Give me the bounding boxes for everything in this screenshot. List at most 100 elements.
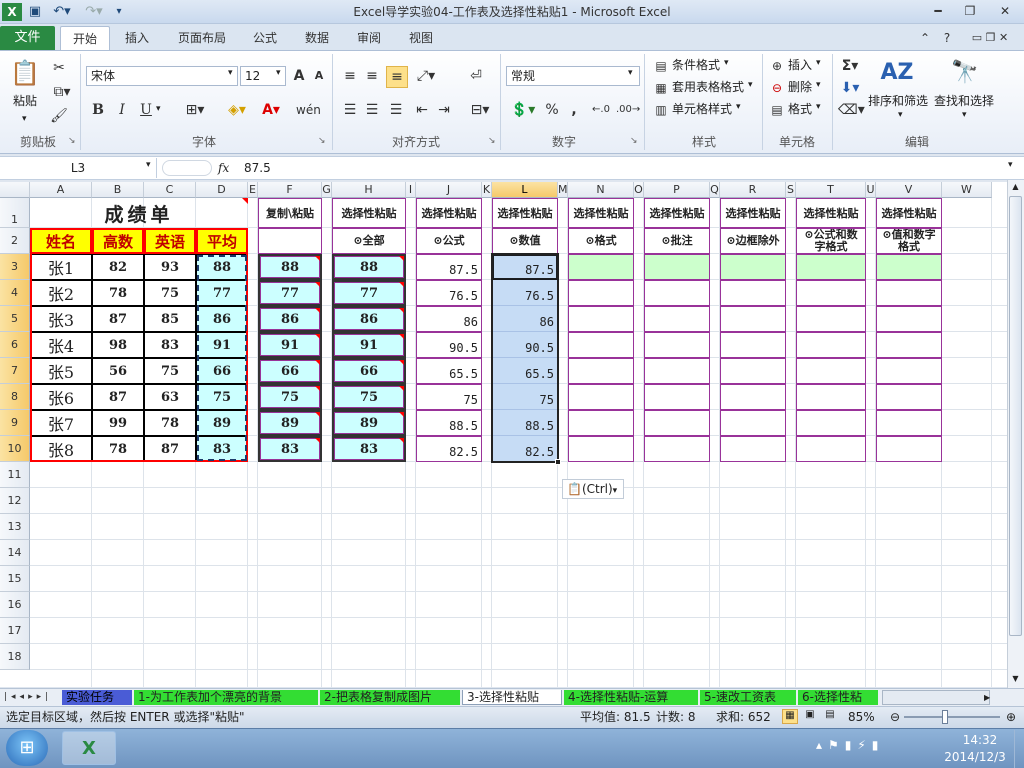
empty-paste-cell[interactable] — [644, 436, 710, 462]
name-cell[interactable]: 张6 — [30, 384, 92, 410]
formula-value-cell[interactable]: 86 — [416, 306, 482, 332]
chevron-down-icon[interactable]: ▾ — [228, 68, 233, 78]
formula-value-cell[interactable]: 88.5 — [416, 410, 482, 436]
tab-formulas[interactable]: 公式 — [244, 26, 286, 50]
value-paste-cell[interactable]: 76.5 — [492, 280, 558, 306]
tab-file[interactable]: 文件 — [0, 26, 55, 50]
scroll-down-icon[interactable]: ▼ — [1008, 674, 1023, 686]
english-cell[interactable]: 85 — [144, 306, 196, 332]
pasted-value-cell[interactable]: 88 — [258, 254, 322, 280]
formula-input[interactable]: 87.5 — [244, 158, 984, 178]
empty-paste-cell[interactable] — [568, 332, 634, 358]
paste-header-cell[interactable]: 复制\粘贴 — [258, 198, 322, 228]
paste-header-cell[interactable]: 选择性粘贴 — [492, 198, 558, 228]
paste-option-cell[interactable]: ⊙公式和数字格式 — [796, 228, 866, 254]
formula-value-cell[interactable]: 82.5 — [416, 436, 482, 462]
paste-header-cell[interactable]: 选择性粘贴 — [568, 198, 634, 228]
empty-paste-cell[interactable] — [876, 436, 942, 462]
column-header[interactable]: P — [644, 182, 710, 198]
name-box[interactable]: L3 — [0, 158, 157, 178]
column-header[interactable]: Q — [710, 182, 720, 198]
row-header[interactable]: 10 — [0, 436, 30, 462]
format-cells-button[interactable]: 格式 — [788, 100, 812, 118]
row-header[interactable]: 18 — [0, 644, 30, 670]
sheet-tab-paste-ops[interactable]: 4-选择性粘贴-运算 — [564, 690, 698, 705]
empty-paste-cell[interactable] — [644, 280, 710, 306]
empty-paste-cell[interactable] — [568, 280, 634, 306]
value-paste-cell[interactable]: 75 — [492, 384, 558, 410]
pasted-value-cell[interactable]: 83 — [258, 436, 322, 462]
zoom-out-icon[interactable]: ⊖ — [888, 709, 902, 725]
scroll-thumb[interactable] — [1009, 196, 1022, 636]
empty-paste-cell[interactable] — [720, 332, 786, 358]
customize-qat-icon[interactable]: ▾ — [112, 3, 126, 21]
increase-decimal-icon[interactable]: ←.0 — [590, 100, 612, 120]
expand-formula-icon[interactable]: ▾ — [1008, 160, 1013, 170]
redo-icon[interactable]: ↷▾ — [80, 3, 108, 21]
empty-paste-cell[interactable] — [568, 436, 634, 462]
clear-icon[interactable]: ⌫▾ — [838, 100, 865, 120]
column-header[interactable]: O — [634, 182, 644, 198]
close-icon[interactable]: ✕ — [988, 2, 1022, 20]
column-header[interactable]: C — [144, 182, 196, 198]
percent-button[interactable]: % — [542, 100, 562, 120]
pasted-value-cell[interactable]: 66 — [332, 358, 406, 384]
alignment-launcher-icon[interactable]: ↘ — [488, 136, 496, 146]
avg-cell[interactable]: 88 — [196, 254, 248, 280]
excel-app-icon[interactable]: X — [2, 3, 22, 21]
conditional-format-icon[interactable]: ▤ — [652, 56, 670, 76]
english-cell[interactable]: 78 — [144, 410, 196, 436]
value-paste-cell[interactable]: 87.5 — [492, 254, 558, 280]
phonetic-icon[interactable]: wén — [296, 100, 321, 120]
empty-paste-cell[interactable] — [796, 280, 866, 306]
restore-icon[interactable]: ❐ — [956, 2, 984, 20]
column-header[interactable]: D — [196, 182, 248, 198]
column-header[interactable]: F — [258, 182, 322, 198]
sheet-tab-copy-image[interactable]: 2-把表格复制成图片 — [320, 690, 460, 705]
empty-paste-cell[interactable] — [876, 306, 942, 332]
math-cell[interactable]: 99 — [92, 410, 144, 436]
row-header[interactable]: 3 — [0, 254, 30, 280]
normal-view-icon[interactable]: ▦ — [782, 709, 798, 724]
name-cell[interactable]: 张1 — [30, 254, 92, 280]
pasted-value-cell[interactable]: 86 — [258, 306, 322, 332]
pasted-value-cell[interactable]: 83 — [332, 436, 406, 462]
empty-paste-cell[interactable] — [876, 280, 942, 306]
value-paste-cell[interactable]: 86 — [492, 306, 558, 332]
select-all-corner[interactable] — [0, 182, 30, 198]
tray-icons[interactable]: ▴⚑▮⚡▮ — [816, 738, 936, 758]
scroll-right-icon[interactable]: ▶ — [984, 690, 996, 705]
chevron-down-icon[interactable]: ▾ — [816, 58, 821, 68]
chevron-down-icon[interactable]: ▾ — [156, 104, 161, 114]
column-header[interactable]: L — [492, 182, 558, 198]
empty-paste-cell[interactable] — [644, 306, 710, 332]
zoom-in-icon[interactable]: ⊕ — [1004, 709, 1018, 725]
paste-options-tag[interactable]: 📋(Ctrl)▾ — [562, 479, 624, 499]
bold-button[interactable]: B — [88, 100, 108, 120]
paste-option-cell[interactable]: ⊙批注 — [644, 228, 710, 254]
empty-paste-cell[interactable] — [796, 384, 866, 410]
find-select-button[interactable]: 查找和选择 — [934, 92, 994, 110]
paste-header-cell[interactable]: 选择性粘贴 — [720, 198, 786, 228]
column-header[interactable]: J — [416, 182, 482, 198]
format-cells-icon[interactable]: ▤ — [768, 100, 786, 120]
empty-paste-cell[interactable] — [796, 306, 866, 332]
column-header[interactable]: I — [406, 182, 416, 198]
align-top-icon[interactable]: ≡ — [340, 66, 360, 86]
paste-header-cell[interactable]: 选择性粘贴 — [796, 198, 866, 228]
column-header[interactable]: W — [942, 182, 992, 198]
column-header[interactable]: E — [248, 182, 258, 198]
row-header[interactable]: 14 — [0, 540, 30, 566]
sheet-title-cell[interactable]: 成绩单 — [30, 198, 248, 228]
paste-option-cell[interactable]: ⊙边框除外 — [720, 228, 786, 254]
format-as-table-button[interactable]: 套用表格格式 — [672, 78, 744, 96]
column-header[interactable]: N — [568, 182, 634, 198]
empty-paste-cell[interactable] — [644, 410, 710, 436]
empty-paste-cell[interactable] — [644, 384, 710, 410]
paste-header-cell[interactable]: 选择性粘贴 — [876, 198, 942, 228]
pasted-value-cell[interactable]: 91 — [332, 332, 406, 358]
table-header-cell[interactable]: 姓名 — [30, 228, 92, 254]
undo-icon[interactable]: ↶▾ — [48, 3, 76, 21]
font-launcher-icon[interactable]: ↘ — [318, 136, 326, 146]
comma-button[interactable]: , — [564, 100, 584, 120]
